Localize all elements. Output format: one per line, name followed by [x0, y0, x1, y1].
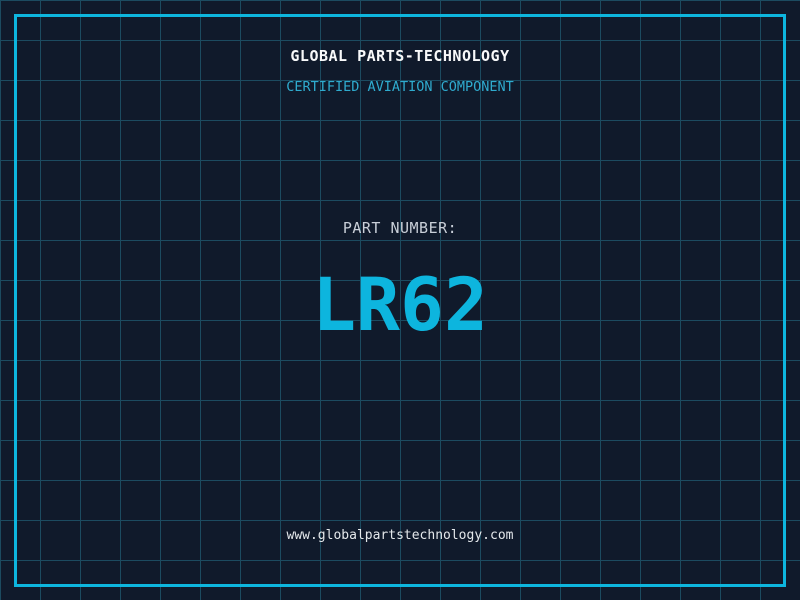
website-url: www.globalpartstechnology.com	[286, 528, 514, 543]
company-name: GLOBAL PARTS-TECHNOLOGY	[290, 47, 510, 65]
part-label-card: { "header": { "company_name": "GLOBAL PA…	[0, 0, 800, 600]
part-number-label: PART NUMBER:	[342, 219, 458, 237]
certification-tagline: CERTIFIED AVIATION COMPONENT	[286, 79, 514, 95]
part-number-value: LR62	[312, 263, 488, 348]
